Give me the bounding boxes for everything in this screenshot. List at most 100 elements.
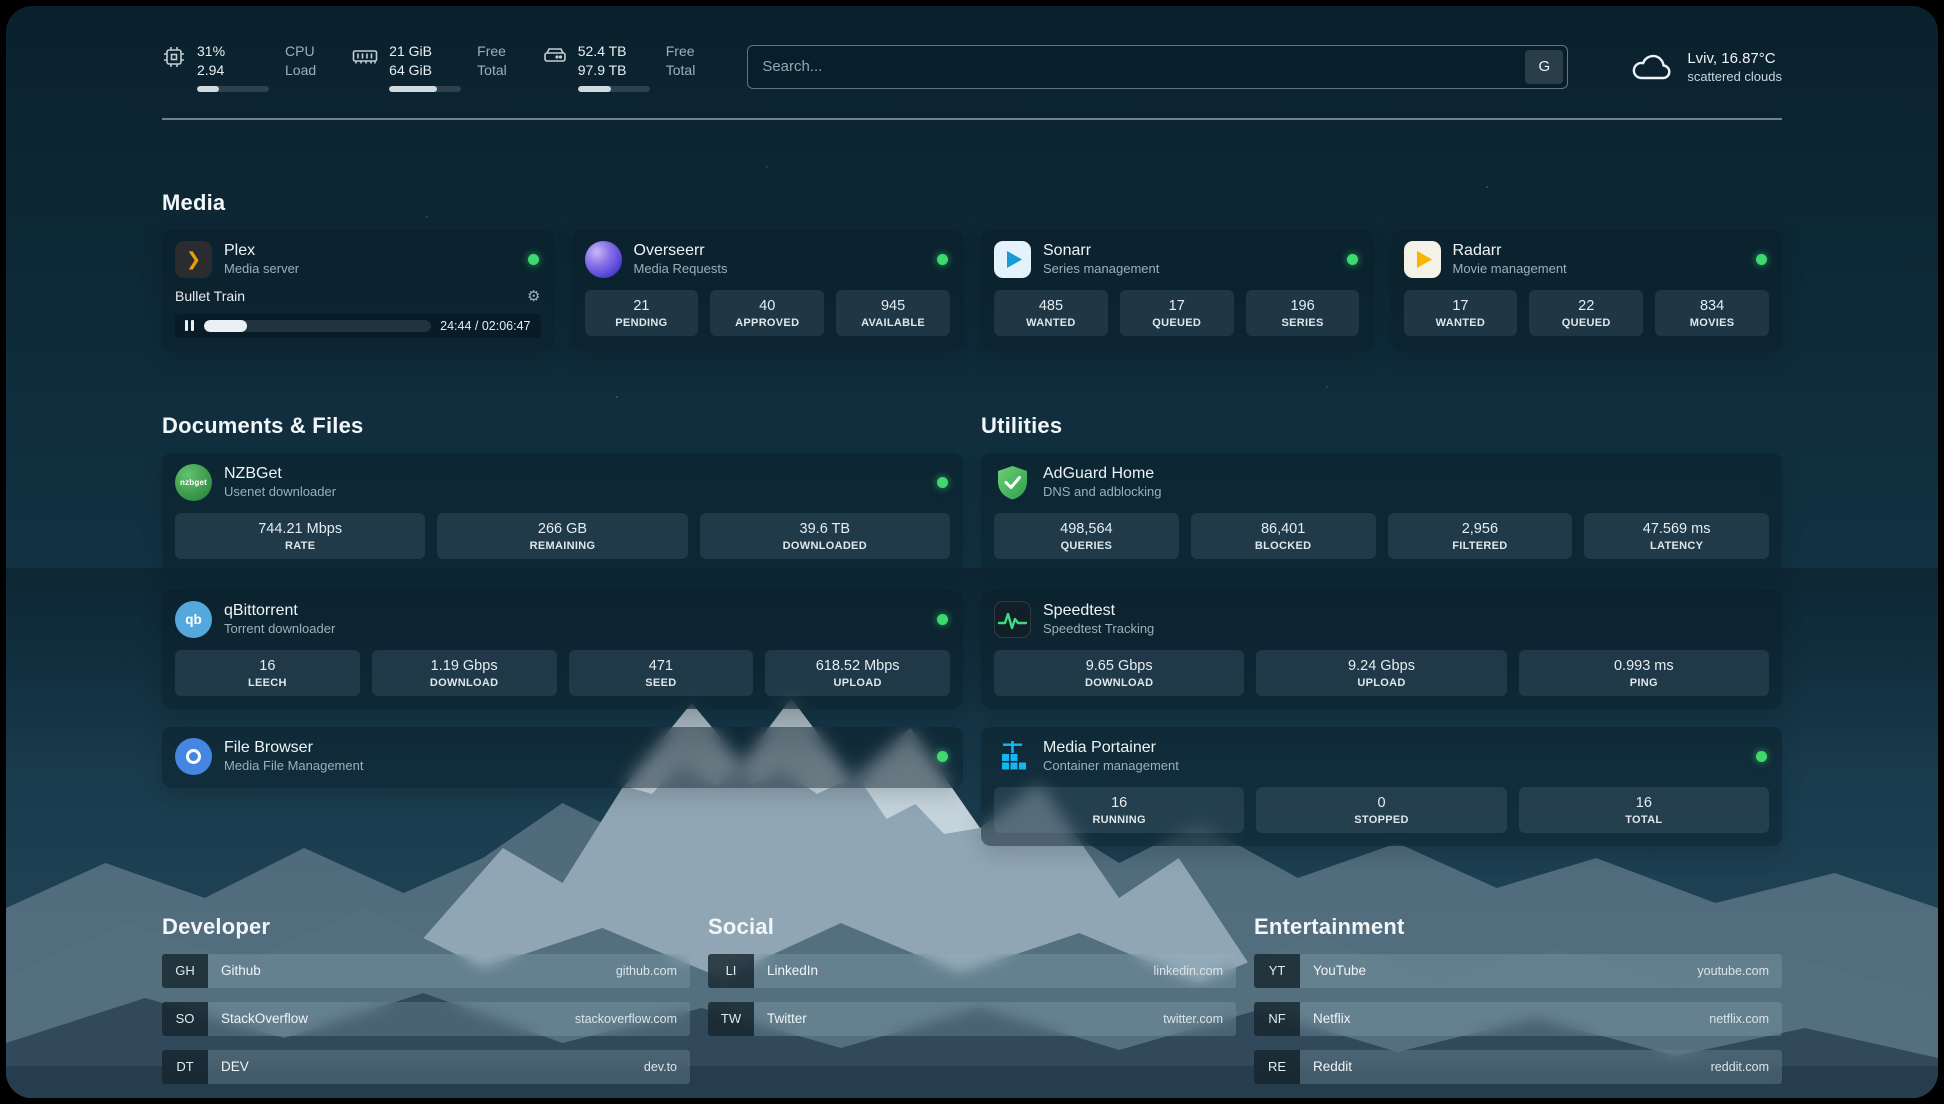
disk-widget: 52.4 TB Free 97.9 TB Total bbox=[543, 42, 696, 92]
stat-latency: 47.569 msLATENCY bbox=[1584, 513, 1769, 559]
service-desc: Container management bbox=[1043, 758, 1744, 773]
bookmark-name: YouTube bbox=[1300, 963, 1697, 978]
bookmark-name: Twitter bbox=[754, 1011, 1163, 1026]
gear-icon[interactable]: ⚙ bbox=[527, 287, 540, 305]
resource-widgets: 31% CPU 2.94 Load 21 GiB Free bbox=[162, 42, 695, 92]
bookmark-linkedin[interactable]: LI LinkedIn linkedin.com bbox=[708, 954, 1236, 988]
stat-download: 1.19 GbpsDOWNLOAD bbox=[372, 650, 557, 696]
status-dot bbox=[937, 254, 948, 265]
service-link-adguard[interactable]: AdGuard Home DNS and adblocking bbox=[994, 464, 1769, 501]
service-desc: Series management bbox=[1043, 261, 1335, 276]
cpu-load-value: 2.94 bbox=[197, 61, 269, 79]
service-name: AdGuard Home bbox=[1043, 465, 1769, 483]
bookmark-abbr: RE bbox=[1254, 1050, 1300, 1084]
bookmark-dev[interactable]: DT DEV dev.to bbox=[162, 1050, 690, 1084]
sonarr-icon bbox=[994, 241, 1031, 278]
stat-stopped: 0STOPPED bbox=[1256, 787, 1506, 833]
status-dot bbox=[528, 254, 539, 265]
stat-leech: 16LEECH bbox=[175, 650, 360, 696]
section-utilities: Utilities bbox=[981, 413, 1782, 846]
memory-widget: 21 GiB Free 64 GiB Total bbox=[352, 42, 507, 92]
disk-total-label: Total bbox=[666, 61, 696, 79]
stat-seed: 471SEED bbox=[569, 650, 754, 696]
bookmark-twitter[interactable]: TW Twitter twitter.com bbox=[708, 1002, 1236, 1036]
service-desc: Torrent downloader bbox=[224, 621, 925, 636]
dashboard-screen: 31% CPU 2.94 Load 21 GiB Free bbox=[6, 6, 1938, 1098]
bookmark-abbr: DT bbox=[162, 1050, 208, 1084]
service-link-nzbget[interactable]: nzbget NZBGet Usenet downloader bbox=[175, 464, 950, 501]
bookmark-github[interactable]: GH Github github.com bbox=[162, 954, 690, 988]
service-link-speedtest[interactable]: Speedtest Speedtest Tracking bbox=[994, 601, 1769, 638]
snow-specks bbox=[6, 6, 8, 8]
speedtest-waveform-icon bbox=[994, 601, 1031, 638]
service-desc: Speedtest Tracking bbox=[1043, 621, 1769, 636]
bookmark-host: linkedin.com bbox=[1154, 964, 1236, 978]
section-documents: Documents & Files nzbget NZBGet Usenet d… bbox=[162, 413, 963, 788]
stat-pending: 21PENDING bbox=[585, 290, 699, 336]
card-sonarr: Sonarr Series management 485WANTED 17QUE… bbox=[981, 230, 1373, 351]
service-name: Radarr bbox=[1453, 242, 1745, 260]
stat-upload: 9.24 GbpsUPLOAD bbox=[1256, 650, 1506, 696]
bookmark-host: youtube.com bbox=[1697, 964, 1782, 978]
weather-condition: scattered clouds bbox=[1687, 69, 1782, 84]
card-portainer: Media Portainer Container management 16R… bbox=[981, 727, 1782, 846]
service-link-sonarr[interactable]: Sonarr Series management bbox=[994, 241, 1360, 278]
memory-total-label: Total bbox=[477, 61, 507, 79]
service-link-radarr[interactable]: Radarr Movie management bbox=[1404, 241, 1770, 278]
service-link-plex[interactable]: ❯ Plex Media server bbox=[175, 241, 541, 278]
service-name: File Browser bbox=[224, 739, 925, 757]
stat-downloaded: 39.6 TBDOWNLOADED bbox=[700, 513, 950, 559]
bookmark-stackoverflow[interactable]: SO StackOverflow stackoverflow.com bbox=[162, 1002, 690, 1036]
service-desc: Movie management bbox=[1453, 261, 1745, 276]
service-name: Plex bbox=[224, 242, 516, 260]
bookmark-reddit[interactable]: RE Reddit reddit.com bbox=[1254, 1050, 1782, 1084]
service-desc: DNS and adblocking bbox=[1043, 484, 1769, 499]
service-name: Media Portainer bbox=[1043, 739, 1744, 757]
card-plex: ❯ Plex Media server Bullet Train ⚙ bbox=[162, 230, 554, 351]
status-dot bbox=[937, 477, 948, 488]
bookmark-name: Github bbox=[208, 963, 616, 978]
radarr-icon bbox=[1404, 241, 1441, 278]
bookmark-host: dev.to bbox=[644, 1060, 690, 1074]
section-heading-developer: Developer bbox=[162, 914, 690, 940]
service-link-qbittorrent[interactable]: qb qBittorrent Torrent downloader bbox=[175, 601, 950, 638]
search-bar: G bbox=[747, 45, 1568, 89]
bookmark-name: Reddit bbox=[1300, 1059, 1711, 1074]
search-provider-button[interactable]: G bbox=[1525, 50, 1563, 84]
card-filebrowser: File Browser Media File Management bbox=[162, 727, 963, 788]
status-dot bbox=[937, 751, 948, 762]
disk-icon bbox=[543, 45, 567, 69]
adguard-shield-icon bbox=[994, 464, 1031, 501]
section-heading-utilities: Utilities bbox=[981, 413, 1782, 439]
filebrowser-icon bbox=[175, 738, 212, 775]
pause-button[interactable] bbox=[183, 320, 195, 331]
service-link-overseerr[interactable]: Overseerr Media Requests bbox=[585, 241, 951, 278]
card-radarr: Radarr Movie management 17WANTED 22QUEUE… bbox=[1391, 230, 1783, 351]
stat-rate: 744.21 MbpsRATE bbox=[175, 513, 425, 559]
stat-available: 945AVAILABLE bbox=[836, 290, 950, 336]
cpu-widget: 31% CPU 2.94 Load bbox=[162, 42, 316, 92]
header-divider bbox=[162, 118, 1782, 120]
service-name: Overseerr bbox=[634, 242, 926, 260]
stat-ping: 0.993 msPING bbox=[1519, 650, 1769, 696]
bookmark-youtube[interactable]: YT YouTube youtube.com bbox=[1254, 954, 1782, 988]
bookmark-abbr: YT bbox=[1254, 954, 1300, 988]
cpu-label: CPU bbox=[285, 42, 316, 60]
service-link-portainer[interactable]: Media Portainer Container management bbox=[994, 738, 1769, 775]
nzbget-icon: nzbget bbox=[175, 464, 212, 501]
search-input[interactable] bbox=[747, 45, 1568, 89]
memory-icon bbox=[352, 45, 378, 69]
cpu-load-label: Load bbox=[285, 61, 316, 79]
bookmark-name: DEV bbox=[208, 1059, 644, 1074]
portainer-crane-icon bbox=[994, 738, 1031, 775]
service-link-filebrowser[interactable]: File Browser Media File Management bbox=[175, 738, 950, 775]
disk-free-label: Free bbox=[666, 42, 696, 60]
stat-movies: 834MOVIES bbox=[1655, 290, 1769, 336]
bookmark-abbr: NF bbox=[1254, 1002, 1300, 1036]
now-playing: Bullet Train ⚙ 24:44 / 02:06:47 bbox=[175, 287, 541, 338]
disk-total-value: 97.9 TB bbox=[578, 61, 650, 79]
memory-total-value: 64 GiB bbox=[389, 61, 461, 79]
cpu-progress bbox=[197, 86, 269, 92]
bookmark-netflix[interactable]: NF Netflix netflix.com bbox=[1254, 1002, 1782, 1036]
top-bar: 31% CPU 2.94 Load 21 GiB Free bbox=[162, 6, 1782, 92]
